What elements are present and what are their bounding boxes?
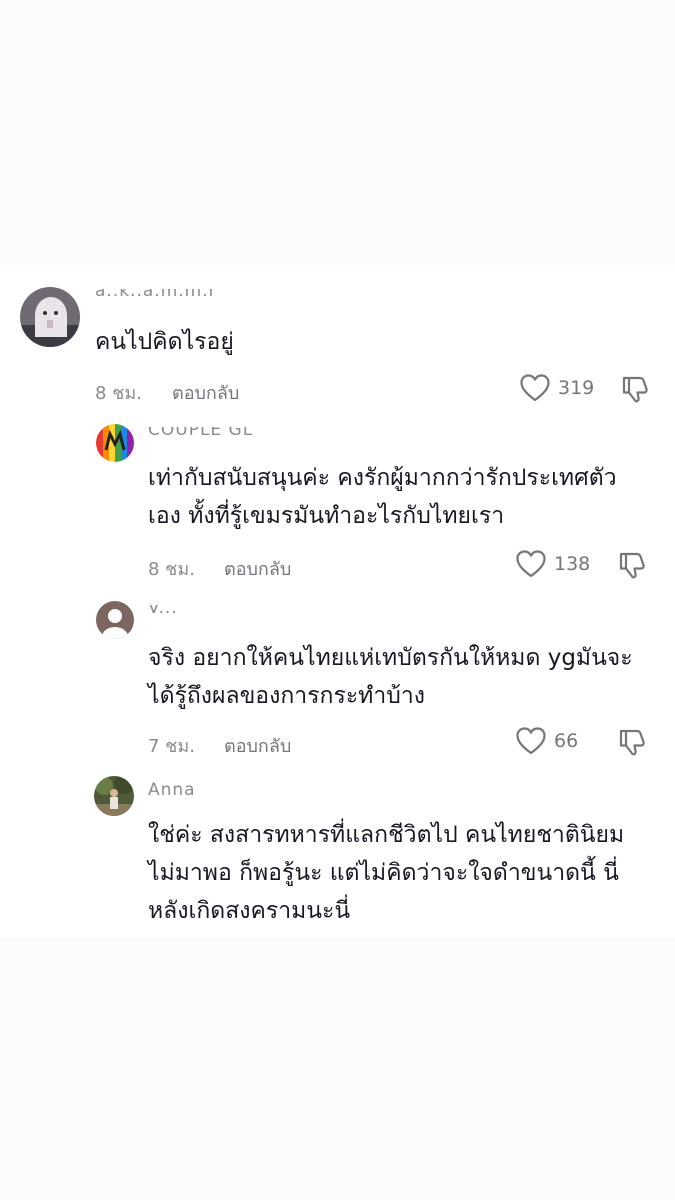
heart-icon (516, 727, 546, 755)
comment-text: จริง อยากให้คนไทยแห่เทบัตรกันให้หมด ygมั… (148, 645, 633, 709)
comment-item: V... จริง อยากให้คนไทยแห่เทบัตรกันให้หมด… (0, 595, 675, 772)
comment-time: 8 ชม. (95, 383, 142, 404)
like-button[interactable]: 319 (520, 374, 594, 402)
thumbs-down-icon (619, 729, 645, 756)
ghost-avatar-icon[interactable] (20, 287, 80, 347)
reply-button[interactable]: ตอบกลับ (224, 731, 291, 760)
comment-username[interactable]: a..k..a.m.m.r (95, 289, 225, 303)
thumbs-down-icon (622, 376, 648, 403)
dislike-button[interactable] (620, 374, 650, 404)
comment-text: ใช่ค่ะ สงสารทหารที่แลกชีวิตไป คนไทยชาติน… (148, 822, 625, 924)
comment-panel: a..k..a.m.m.r คนไปคิดไรอยู่ 8 ชม. ตอบกลั… (0, 265, 675, 937)
heart-icon (516, 550, 546, 578)
heart-icon (520, 374, 550, 402)
comment-text: เท่ากับสนับสนุนค่ะ คงรักผู้มากกว่ารักประ… (148, 465, 617, 529)
like-count: 66 (554, 730, 579, 752)
reply-button[interactable]: ตอบกลับ (172, 378, 239, 407)
like-count: 319 (558, 377, 595, 399)
comment-time: 7 ชม. (148, 736, 195, 757)
comment-item: Anna ใช่ค่ะ สงสารทหารที่แลกชีวิตไป คนไทย… (0, 772, 675, 937)
comment-time: 8 ชม. (148, 559, 195, 580)
screen: a..k..a.m.m.r คนไปคิดไรอยู่ 8 ชม. ตอบกลั… (0, 0, 675, 1200)
like-button[interactable]: 66 (516, 727, 578, 755)
rainbow-avatar-icon[interactable] (96, 424, 134, 462)
comment-item: a..k..a.m.m.r คนไปคิดไรอยู่ 8 ชม. ตอบกลั… (0, 265, 675, 415)
comment-username[interactable]: Anna (148, 780, 208, 802)
thumbs-down-icon (619, 552, 645, 579)
reply-button[interactable]: ตอบกลับ (224, 554, 291, 583)
like-button[interactable]: 138 (516, 550, 590, 578)
photo-avatar-icon[interactable] (94, 776, 134, 816)
comment-item: COUPLE GL เท่ากับสนับสนุนค่ะ คงรักผู้มาก… (0, 415, 675, 595)
comment-username[interactable]: V... (148, 605, 218, 619)
like-count: 138 (554, 553, 591, 575)
dislike-button[interactable] (617, 550, 647, 580)
default-person-avatar-icon[interactable] (96, 601, 134, 639)
dislike-button[interactable] (617, 727, 647, 757)
comment-username[interactable]: COUPLE GL (148, 427, 288, 441)
comment-text: คนไปคิดไรอยู่ (95, 329, 234, 355)
